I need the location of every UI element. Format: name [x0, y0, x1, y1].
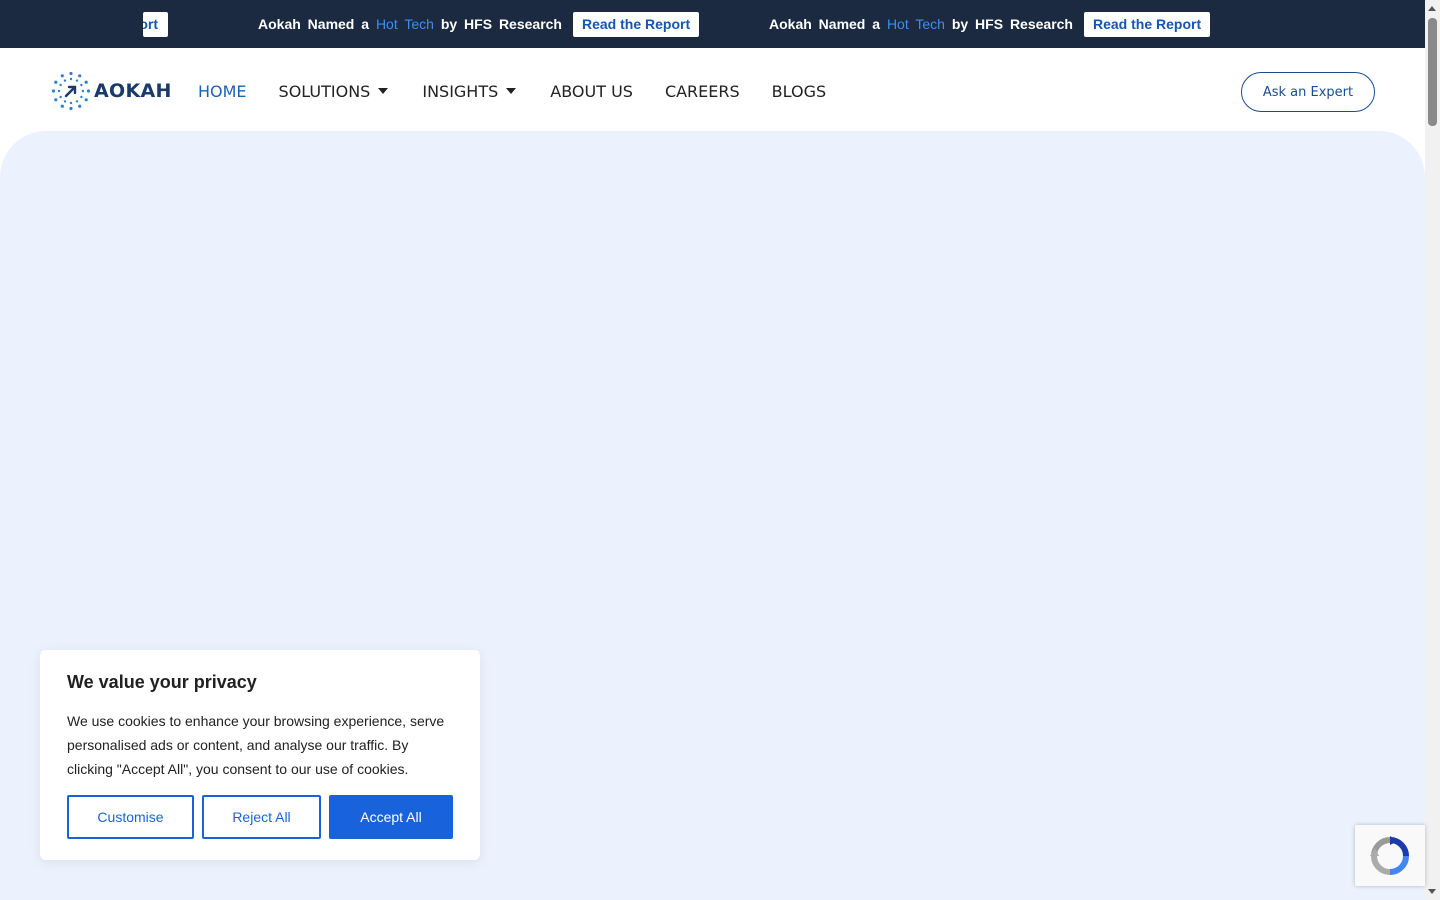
accept-all-button[interactable]: Accept All [329, 795, 453, 839]
aokah-logo-icon [51, 71, 91, 111]
ask-an-expert-button[interactable]: Ask an Expert [1241, 72, 1375, 112]
reject-all-button[interactable]: Reject All [202, 795, 321, 839]
main-nav: HOME SOLUTIONS INSIGHTS ABOUT US CAREERS… [198, 78, 858, 104]
recaptcha-badge[interactable] [1355, 825, 1425, 886]
read-report-button[interactable]: Read the Report [1084, 11, 1211, 37]
logo[interactable]: AOKAH [51, 71, 172, 111]
nav-item-about-us[interactable]: ABOUT US [550, 82, 633, 101]
nav-item-blogs[interactable]: BLOGS [772, 82, 826, 101]
site-header: AOKAH HOME SOLUTIONS INSIGHTS ABOUT US C… [0, 48, 1425, 132]
customise-button[interactable]: Customise [67, 795, 194, 839]
nav-item-insights[interactable]: INSIGHTS [422, 82, 517, 101]
cookie-buttons: Customise Reject All Accept All [67, 795, 453, 839]
scrollbar-thumb[interactable] [1428, 18, 1437, 126]
logo-text: AOKAH [94, 80, 172, 102]
caret-down-icon [378, 88, 389, 94]
announcement-ticker: ort Aokah Named a Hot Tech by HFS Resear… [0, 0, 1425, 48]
read-report-button-partial[interactable]: ort [143, 12, 168, 37]
cookie-description: We use cookies to enhance your browsing … [67, 713, 445, 777]
nav-item-solutions[interactable]: SOLUTIONS [279, 82, 389, 101]
page-scrollbar[interactable] [1425, 0, 1440, 900]
ticker-suffix: by HFS Research [440, 16, 562, 32]
cookie-title: We value your privacy [67, 672, 257, 692]
ticker-item: Aokah Named a Hot Tech by HFS Research R… [258, 0, 700, 48]
caret-down-icon [506, 88, 517, 94]
scroll-down-arrow-icon[interactable] [1428, 889, 1436, 894]
nav-item-home[interactable]: HOME [198, 82, 247, 101]
ticker-item: Aokah Named a Hot Tech by HFS Research R… [769, 0, 1211, 48]
ticker-highlight: Hot Tech [375, 16, 434, 32]
recaptcha-icon [1370, 835, 1409, 875]
ticker-prefix: Aokah Named a [769, 16, 881, 32]
ticker-suffix: by HFS Research [951, 16, 1073, 32]
ticker-highlight: Hot Tech [886, 16, 945, 32]
read-report-button[interactable]: Read the Report [573, 11, 700, 37]
cookie-consent-banner: We value your privacy We use cookies to … [40, 650, 480, 860]
nav-item-careers[interactable]: CAREERS [665, 82, 740, 101]
ticker-prefix: Aokah Named a [258, 16, 370, 32]
scroll-up-arrow-icon[interactable] [1428, 6, 1436, 11]
